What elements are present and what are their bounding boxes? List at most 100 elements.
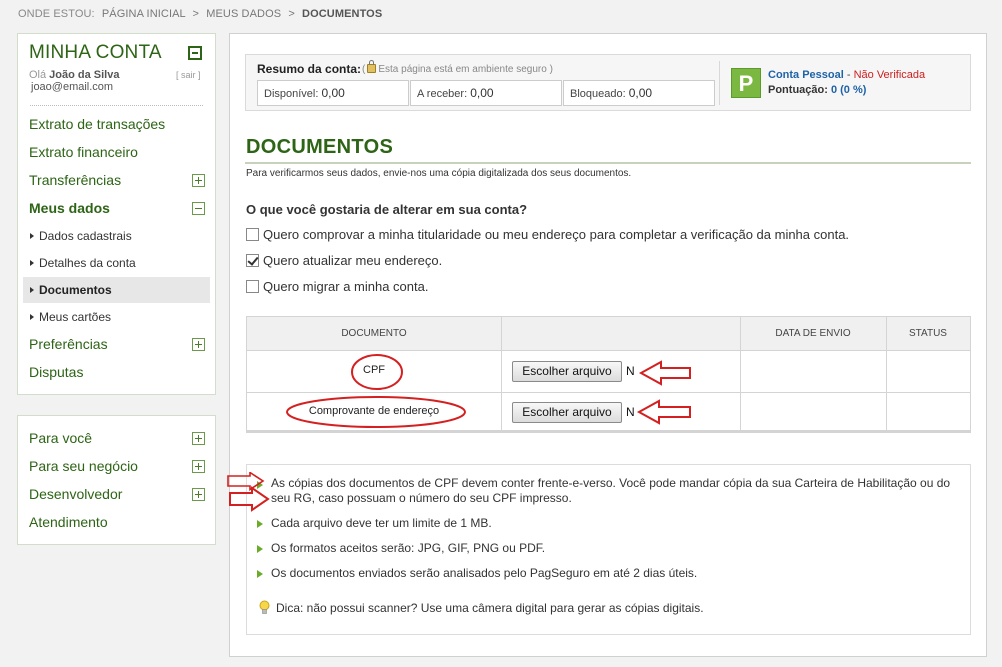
account-status: Não Verificada [853,69,926,81]
secure-note-paren: ( [362,64,366,75]
option-label: Quero comprovar a minha titularidade ou … [263,227,850,242]
account-type[interactable]: Conta Pessoal [768,69,844,81]
breadcrumb-my-data-link[interactable]: MEUS DADOS [206,8,281,20]
title-divider [245,162,971,164]
option-verify-ownership[interactable]: Quero comprovar a minha titularidade ou … [246,228,849,242]
bullet-arrow-icon [257,481,263,489]
account-sidebar: MINHA CONTA Olá João da Silva [ sair ] jo… [17,33,216,395]
secure-note-paren: ) [549,64,553,75]
info-bullet: Cada arquivo deve ter um limite de 1 MB. [271,516,492,530]
documents-table: DOCUMENTO DATA DE ENVIO STATUS CPF Escol… [246,316,971,433]
bullet-arrow-icon [257,545,263,553]
lightbulb-icon [259,600,270,614]
lock-icon [367,60,377,73]
sidebar-item-developer[interactable]: Desenvolvedor [18,481,215,507]
column-divider [886,317,887,430]
account-type-line: Conta Pessoal - Não Verificada [768,69,925,81]
sidebar-subitem-documents[interactable]: Documentos [23,277,210,303]
balance-label: A receber: [417,88,468,100]
option-label: Quero atualizar meu endereço. [263,253,443,268]
main-panel: Resumo da conta: ( Esta página está em am… [227,33,987,657]
breadcrumb-current: DOCUMENTOS [302,8,383,20]
sidebar-item-preferences[interactable]: Preferências [18,331,215,357]
info-bullet: Os formatos aceitos serão: JPG, GIF, PNG… [271,541,546,555]
info-box: As cópias dos documentos de CPF devem co… [246,464,971,635]
sidebar-subitem-registration-data[interactable]: Dados cadastrais [23,223,210,249]
balance-label: Disponível: [264,88,319,100]
plus-icon[interactable] [192,432,205,445]
plus-icon[interactable] [192,460,205,473]
sidebar-subitem-label: Dados cadastrais [39,229,132,243]
account-score: Pontuação: 0 (0 %) [768,84,866,96]
user-name: João da Silva [49,69,120,81]
table-header: DOCUMENTO DATA DE ENVIO STATUS [247,317,970,351]
info-bullet: As cópias dos documentos de CPF devem co… [271,476,951,505]
balance-label: Bloqueado: [570,88,626,100]
user-greeting: Olá João da Silva [29,69,119,81]
logout-link[interactable]: [ sair ] [176,70,201,80]
account-summary: Resumo da conta: ( Esta página está em am… [245,54,971,111]
sidebar-item-transfers[interactable]: Transferências [18,167,215,193]
plus-icon[interactable] [192,174,205,187]
sidebar-item-label: Transferências [29,172,122,188]
option-label: Quero migrar a minha conta. [263,279,429,294]
choose-file-button-cpf[interactable]: Escolher arquivo [512,361,622,382]
breadcrumb-separator: > [192,8,200,20]
arrow-right-icon [30,286,34,293]
sidebar-item-support[interactable]: Atendimento [18,509,215,535]
checkbox-icon[interactable] [246,228,259,242]
option-migrate-account[interactable]: Quero migrar a minha conta. [246,280,428,294]
bullet-arrow-icon [257,570,263,578]
header-status: STATUS [909,328,947,339]
arrow-right-icon [30,232,34,239]
account-type-dash: - [843,69,854,81]
balance-available: Disponível: 0,00 [257,80,409,106]
sidebar-subitem-label: Detalhes da conta [39,256,136,270]
score-value: 0 (0 %) [830,84,867,96]
breadcrumb: ONDE ESTOU: PÁGINA INICIAL > MEUS DADOS … [18,8,382,20]
sidebar-item-label: Para você [29,430,93,446]
sidebar-item-label: Meus dados [29,200,110,216]
plus-icon[interactable] [192,338,205,351]
sidebar-subitem-my-cards[interactable]: Meus cartões [23,304,210,330]
sidebar-item-transaction-statement[interactable]: Extrato de transações [18,111,215,137]
minus-icon[interactable] [192,202,205,215]
sidebar-item-financial-statement[interactable]: Extrato financeiro [18,139,215,165]
intro-text: Para verificarmos seus dados, envie-nos … [246,168,632,179]
sidebar-item-for-business[interactable]: Para seu negócio [18,453,215,479]
question-heading: O que você gostaria de alterar em sua co… [246,202,528,217]
sidebar-item-disputes[interactable]: Disputas [18,359,215,385]
header-upload [501,317,740,351]
sidebar-subitem-label: Meus cartões [39,310,112,324]
option-update-address[interactable]: Quero atualizar meu endereço. [246,254,442,268]
sidebar-item-for-you[interactable]: Para você [18,425,215,451]
tip-text: Dica: não possui scanner? Use uma câmera… [276,601,704,615]
page-title: DOCUMENTOS [246,136,394,158]
checkbox-icon[interactable] [246,280,259,294]
info-bullet: Os documentos enviados serão analisados … [271,566,698,580]
header-send-date: DATA DE ENVIO [775,328,851,339]
checkbox-icon[interactable] [246,254,259,268]
document-name-address-proof: Comprovante de endereço [308,405,440,417]
plus-icon[interactable] [192,488,205,501]
sidebar-subitem-label: Documentos [39,283,112,297]
balance-value: 0,00 [321,86,345,100]
collapse-icon[interactable] [188,46,202,60]
secondary-sidebar: Para você Para seu negócio Desenvolvedor… [17,415,216,545]
balance-receivable: A receber: 0,00 [410,80,562,106]
choose-file-button-address[interactable]: Escolher arquivo [512,402,622,423]
breadcrumb-home-link[interactable]: PÁGINA INICIAL [102,8,186,20]
sidebar-divider [30,105,203,106]
sidebar-item-my-data[interactable]: Meus dados [18,195,215,221]
sidebar-subitem-account-details[interactable]: Detalhes da conta [23,250,210,276]
summary-divider [719,61,720,105]
sidebar-item-label: Preferências [29,336,108,352]
secure-note-text: Esta página está em ambiente seguro [378,64,547,75]
balance-value: 0,00 [470,86,494,100]
file-status-text: N [626,364,635,378]
row-divider [247,392,970,393]
summary-title: Resumo da conta: [257,62,362,76]
greeting-text: Olá [29,69,47,81]
arrow-right-icon [30,259,34,266]
arrow-right-icon [30,313,34,320]
